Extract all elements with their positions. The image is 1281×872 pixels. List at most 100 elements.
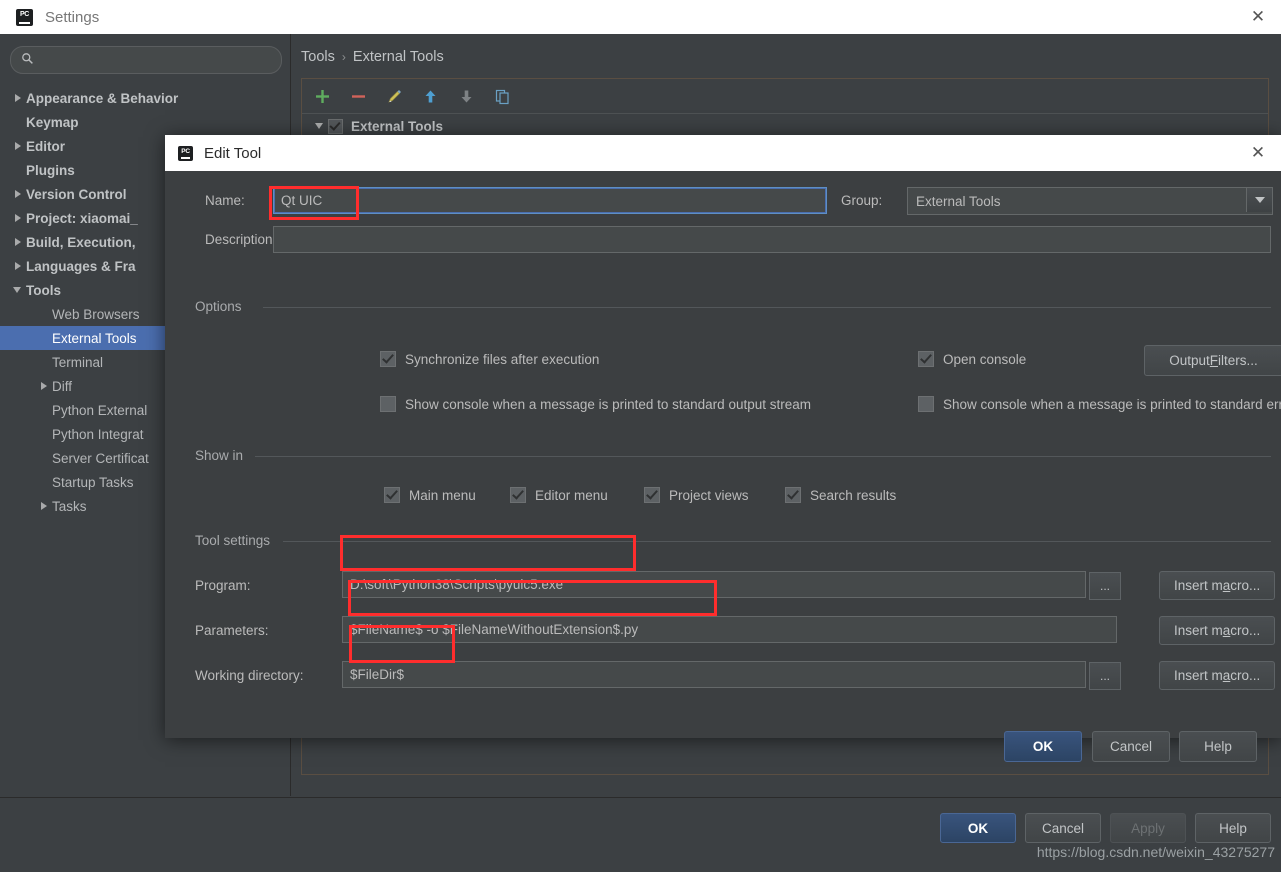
show-console-stderr-checkbox[interactable]: Show console when a message is printed t… xyxy=(918,396,1281,412)
search-box[interactable] xyxy=(10,46,282,74)
parameters-insert-macro-button[interactable]: Insert m a cro... xyxy=(1159,616,1276,645)
output-filters-button[interactable]: Output Filters... xyxy=(1144,345,1281,376)
checkbox-box xyxy=(510,487,526,503)
show-in-section-divider xyxy=(255,456,1271,457)
sidebar-item-label: Tools xyxy=(26,282,61,298)
copy-icon xyxy=(495,89,509,104)
search-icon xyxy=(22,53,33,64)
copy-button[interactable] xyxy=(486,82,518,110)
dialog-help-button[interactable]: Help xyxy=(1179,731,1257,762)
program-input[interactable] xyxy=(342,571,1086,598)
sidebar-item-label: Server Certificat xyxy=(52,450,149,466)
settings-help-button[interactable]: Help xyxy=(1195,813,1271,843)
chevron-down-icon[interactable] xyxy=(314,120,326,132)
sync-files-label: Synchronize files after execution xyxy=(405,351,600,367)
tools-group-label: External Tools xyxy=(351,118,444,134)
parameters-label: Parameters: xyxy=(195,623,269,638)
sidebar-item-label: Terminal xyxy=(52,354,104,370)
dialog-ok-button[interactable]: OK xyxy=(1004,731,1082,762)
working-directory-insert-macro-button[interactable]: Insert m a cro... xyxy=(1159,661,1276,690)
close-icon[interactable]: ✕ xyxy=(1235,0,1281,34)
show-console-stdout-checkbox[interactable]: Show console when a message is printed t… xyxy=(380,396,811,412)
checkbox-box xyxy=(384,487,400,503)
sidebar-item-label: Python Integrat xyxy=(52,426,144,442)
sidebar-item-keymap[interactable]: Keymap xyxy=(0,110,290,134)
insert-macro-mnemonic: a xyxy=(1222,668,1231,683)
working-directory-input[interactable] xyxy=(342,661,1086,688)
show-in-main-menu-checkbox[interactable]: Main menu xyxy=(384,487,476,503)
show-in-editor-menu-label: Editor menu xyxy=(535,487,608,503)
show-in-search-results-checkbox[interactable]: Search results xyxy=(785,487,896,503)
pycharm-icon xyxy=(16,8,33,26)
chevron-right-icon[interactable] xyxy=(38,380,50,392)
chevron-down-icon[interactable] xyxy=(1246,188,1272,212)
minus-icon xyxy=(351,94,365,98)
name-label: Name: xyxy=(205,193,245,208)
ellipsis-icon: ... xyxy=(1099,579,1110,593)
sync-files-checkbox[interactable]: Synchronize files after execution xyxy=(380,351,599,367)
move-up-button[interactable] xyxy=(414,82,446,110)
search-input[interactable] xyxy=(41,50,275,72)
checkbox-box xyxy=(918,351,934,367)
sidebar-item-label: Languages & Fra xyxy=(26,258,136,274)
show-console-stderr-label: Show console when a message is printed t… xyxy=(943,396,1281,412)
open-console-label: Open console xyxy=(943,351,1027,367)
edit-button[interactable] xyxy=(378,82,410,110)
name-input[interactable] xyxy=(273,187,827,214)
settings-titlebar: Settings ✕ xyxy=(0,0,1281,34)
options-section-divider xyxy=(263,307,1271,308)
insert-macro-post: cro... xyxy=(1230,623,1261,638)
group-value: External Tools xyxy=(916,193,1001,209)
sidebar-item-label: Diff xyxy=(52,378,73,394)
show-in-main-menu-label: Main menu xyxy=(409,487,476,503)
edit-tool-dialog: Edit Tool ✕ Name: Group: External Tools … xyxy=(165,135,1281,762)
close-icon[interactable]: ✕ xyxy=(1235,135,1281,171)
move-down-button[interactable] xyxy=(450,82,482,110)
chevron-right-icon[interactable] xyxy=(12,212,24,224)
program-insert-macro-button[interactable]: Insert m a cro... xyxy=(1159,571,1276,600)
settings-cancel-button[interactable]: Cancel xyxy=(1025,813,1101,843)
program-browse-button[interactable]: ... xyxy=(1089,572,1121,600)
show-in-editor-menu-checkbox[interactable]: Editor menu xyxy=(510,487,608,503)
settings-window-title: Settings xyxy=(45,8,100,26)
breadcrumb-separator: › xyxy=(341,50,346,64)
output-filters-post: ilters... xyxy=(1218,353,1258,368)
parameters-input[interactable] xyxy=(342,616,1117,643)
sidebar-item-appearance-behavior[interactable]: Appearance & Behavior xyxy=(0,86,290,110)
chevron-down-icon[interactable] xyxy=(12,284,24,296)
open-console-checkbox[interactable]: Open console xyxy=(918,351,1026,367)
working-directory-browse-button[interactable]: ... xyxy=(1089,662,1121,690)
arrow-down-icon xyxy=(461,90,471,102)
show-in-search-results-label: Search results xyxy=(810,487,897,503)
chevron-right-icon[interactable] xyxy=(12,188,24,200)
chevron-right-icon[interactable] xyxy=(38,500,50,512)
dialog-cancel-button[interactable]: Cancel xyxy=(1092,731,1170,762)
sidebar-item-label: Plugins xyxy=(26,162,75,178)
remove-button[interactable] xyxy=(342,82,374,110)
insert-macro-pre: Insert m xyxy=(1174,578,1223,593)
ellipsis-icon: ... xyxy=(1099,669,1110,683)
sidebar-item-label: Editor xyxy=(26,138,65,154)
checkbox-box xyxy=(380,351,396,367)
group-label: Group: xyxy=(841,193,883,208)
chevron-right-icon[interactable] xyxy=(12,92,24,104)
checkbox-box xyxy=(644,487,660,503)
description-input[interactable] xyxy=(273,226,1271,253)
insert-macro-pre: Insert m xyxy=(1174,623,1223,638)
sidebar-item-label: Web Browsers xyxy=(52,306,140,322)
settings-ok-button[interactable]: OK xyxy=(940,813,1016,843)
group-combobox[interactable]: External Tools xyxy=(907,187,1273,215)
show-in-project-views-checkbox[interactable]: Project views xyxy=(644,487,749,503)
pycharm-icon xyxy=(178,145,193,161)
sidebar-item-label: Tasks xyxy=(52,498,87,514)
breadcrumb-parent[interactable]: Tools xyxy=(301,49,335,65)
show-in-project-views-label: Project views xyxy=(669,487,749,503)
add-button[interactable] xyxy=(306,82,338,110)
chevron-right-icon[interactable] xyxy=(12,260,24,272)
show-console-stdout-label: Show console when a message is printed t… xyxy=(405,396,811,412)
chevron-right-icon[interactable] xyxy=(12,236,24,248)
chevron-right-icon[interactable] xyxy=(12,140,24,152)
working-directory-label: Working directory: xyxy=(195,668,304,683)
group-checkbox[interactable] xyxy=(328,118,343,134)
options-section-label: Options xyxy=(195,299,242,314)
